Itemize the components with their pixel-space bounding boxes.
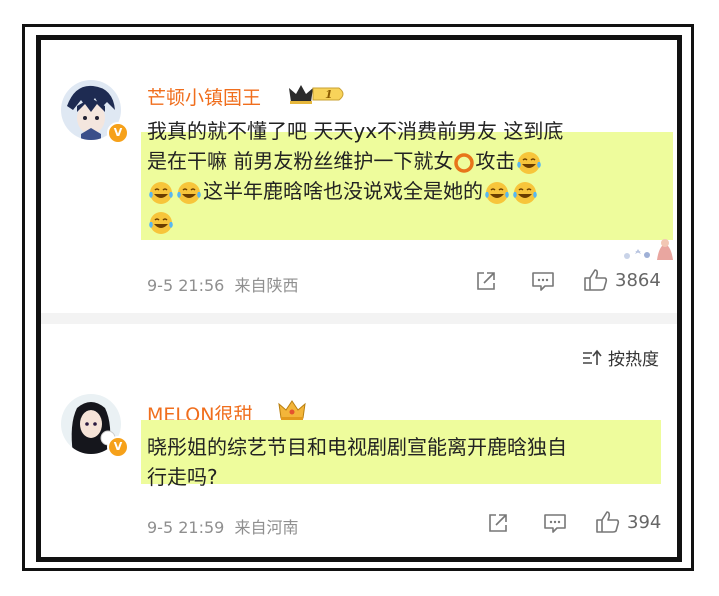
sort-button[interactable]: 按热度: [581, 345, 659, 370]
crown-icon: 1: [287, 82, 349, 110]
verified-badge: V: [107, 436, 129, 458]
comment-time: 9-5 21:56: [147, 276, 225, 295]
username[interactable]: 芒顿小镇国王: [147, 83, 261, 110]
verified-badge: V: [107, 122, 129, 144]
laugh-cry-emoji: [149, 181, 173, 204]
laugh-cry-emoji: [177, 181, 201, 204]
like-count: 3864: [615, 269, 661, 291]
share-button[interactable]: [475, 270, 497, 292]
laugh-cry-emoji: [149, 211, 173, 234]
laugh-cry-emoji: [513, 181, 537, 204]
laugh-cry-emoji: [485, 181, 509, 204]
sort-icon: [583, 349, 602, 365]
comment-location: 来自河南: [234, 518, 299, 537]
comment-text: 我真的就不懂了吧 天天yx不消费前男友 这到底 是在干嘛 前男友粉丝维护一下就女…: [147, 116, 667, 236]
comment-segment: 是在干嘛 前男友粉丝维护一下就女: [147, 149, 454, 173]
comment-time: 9-5 21:59: [147, 518, 225, 537]
comment-line: 行走吗?: [147, 465, 218, 489]
like-icon: [584, 269, 608, 291]
comment-line: 这半年鹿晗啥也没说戏全是她的: [147, 176, 667, 206]
comment-text: 晓彤姐的综艺节目和电视剧剧宣能离开鹿晗独自 行走吗?: [147, 432, 657, 492]
comment-meta: 9-5 21:59 来自河南: [147, 514, 299, 538]
laugh-cry-emoji: [517, 151, 542, 174]
comment-line: 晓彤姐的综艺节目和电视剧剧宣能离开鹿晗独自: [147, 435, 567, 459]
like-button[interactable]: 394: [595, 510, 661, 534]
share-button[interactable]: [487, 512, 509, 534]
comment-location: 来自陕西: [234, 276, 299, 295]
comment-line: [147, 206, 667, 236]
decoration-sticker: [624, 239, 673, 260]
share-icon: [477, 272, 495, 290]
comment-icon: [544, 514, 566, 533]
comment-segment: 这半年鹿晗啥也没说戏全是她的: [203, 179, 483, 203]
like-button[interactable]: 3864: [583, 268, 661, 292]
red-circle-emoji: [454, 152, 475, 173]
comment-segment: 攻击: [475, 149, 516, 173]
comment-line: 是在干嘛 前男友粉丝维护一下就女 攻击: [147, 146, 667, 176]
crown-level: 1: [325, 88, 333, 101]
section-divider: [41, 313, 677, 324]
comment-line: 我真的就不懂了吧 天天yx不消费前男友 这到底: [147, 119, 564, 143]
share-icon: [489, 514, 507, 532]
comment-button[interactable]: [531, 270, 555, 292]
comment-meta: 9-5 21:56 来自陕西: [147, 272, 299, 296]
comment-icon: [532, 272, 554, 291]
like-icon: [596, 511, 620, 533]
comment-panel: V 芒顿小镇国王 1 我真的就不懂了吧 天天yx不消费前男友 这到底 是在干嘛 …: [36, 35, 682, 562]
like-count: 394: [627, 511, 662, 533]
sort-label: 按热度: [608, 350, 659, 370]
comment-button[interactable]: [543, 512, 567, 534]
